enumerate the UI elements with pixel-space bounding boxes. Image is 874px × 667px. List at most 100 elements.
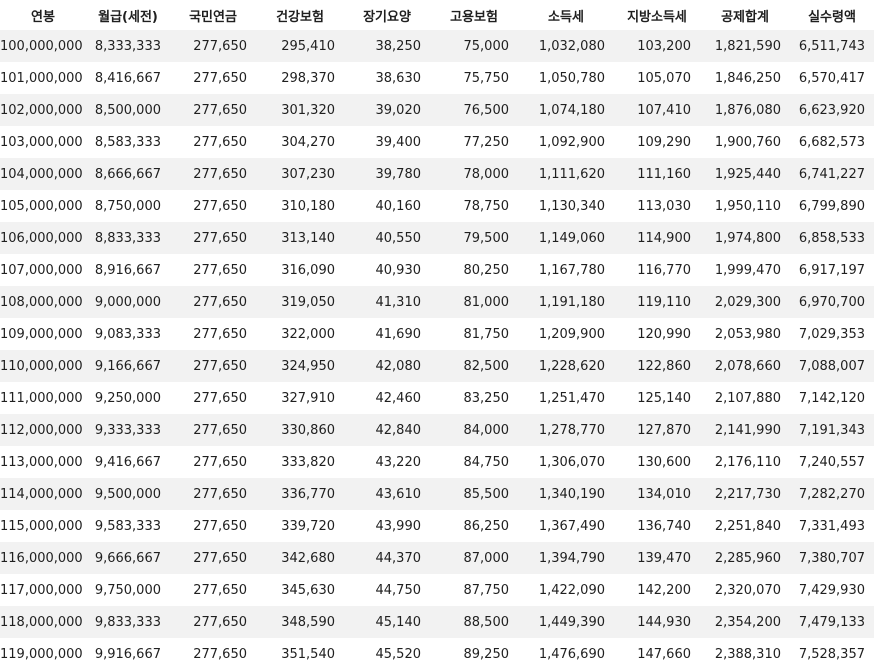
col-income-tax-cell: 1,476,690 [518,638,614,667]
col-total-deduction-cell: 1,821,590 [700,30,790,62]
col-annual-salary-cell: 110,000,000 [0,350,86,382]
col-national-pension-cell: 277,650 [170,606,256,638]
table-row: 113,000,000 9,416,667 277,650 333,820 43,220… [0,446,874,478]
col-total-deduction-cell: 1,876,080 [700,94,790,126]
col-monthly-gross-cell: 8,916,667 [86,254,170,286]
table-row: 104,000,000 8,666,667 277,650 307,230 39,780… [0,158,874,190]
col-net-pay-cell: 6,570,417 [790,62,874,94]
table-row: 102,000,000 8,500,000 277,650 301,320 39,020… [0,94,874,126]
col-local-income-tax-cell: 125,140 [614,382,700,414]
table-row: 106,000,000 8,833,333 277,650 313,140 40,550… [0,222,874,254]
col-net-pay-cell: 7,142,120 [790,382,874,414]
col-health-insurance-cell: 339,720 [256,510,344,542]
col-national-pension-cell: 277,650 [170,350,256,382]
col-monthly-gross-cell: 9,750,000 [86,574,170,606]
col-annual-salary-header: 연봉 [31,9,55,25]
col-national-pension-cell: 277,650 [170,222,256,254]
col-long-term-care-cell: 39,020 [344,94,430,126]
col-annual-salary-cell: 119,000,000 [0,638,86,667]
col-annual-salary-cell: 108,000,000 [0,286,86,318]
table-header: 연봉 월급(세전) 국민연금 건강보험 장기요양 고용보험 소득세 지방소득세 공제합계 실수령액 [0,0,874,30]
col-health-insurance-cell: 316,090 [256,254,344,286]
col-net-pay-cell: 6,623,920 [790,94,874,126]
col-annual-salary-cell: 117,000,000 [0,574,86,606]
col-annual-salary-cell: 118,000,000 [0,606,86,638]
col-monthly-gross-cell: 8,583,333 [86,126,170,158]
col-long-term-care-cell: 43,220 [344,446,430,478]
col-local-income-tax-cell: 119,110 [614,286,700,318]
table-row: 115,000,000 9,583,333 277,650 339,720 43,990… [0,510,874,542]
col-long-term-care-cell: 45,140 [344,606,430,638]
table-row: 107,000,000 8,916,667 277,650 316,090 40,930… [0,254,874,286]
col-national-pension-cell: 277,650 [170,190,256,222]
col-health-insurance-cell: 301,320 [256,94,344,126]
col-income-tax-cell: 1,032,080 [518,30,614,62]
col-employment-insurance-cell: 85,500 [430,478,518,510]
col-monthly-gross-cell: 8,833,333 [86,222,170,254]
col-long-term-care-cell: 40,550 [344,222,430,254]
col-income-tax-cell: 1,191,180 [518,286,614,318]
col-local-income-tax-cell: 116,770 [614,254,700,286]
col-monthly-gross-cell: 9,166,667 [86,350,170,382]
col-long-term-care-cell: 42,080 [344,350,430,382]
col-health-insurance-cell: 307,230 [256,158,344,190]
col-total-deduction-cell: 2,107,880 [700,382,790,414]
col-long-term-care-cell: 42,460 [344,382,430,414]
col-monthly-gross-cell: 9,583,333 [86,510,170,542]
col-total-deduction-cell: 2,053,980 [700,318,790,350]
col-long-term-care-cell: 40,930 [344,254,430,286]
col-national-pension-cell: 277,650 [170,30,256,62]
col-annual-salary-cell: 113,000,000 [0,446,86,478]
col-income-tax-cell: 1,149,060 [518,222,614,254]
col-monthly-gross-cell: 8,416,667 [86,62,170,94]
col-local-income-tax-cell: 122,860 [614,350,700,382]
col-income-tax-cell: 1,074,180 [518,94,614,126]
col-long-term-care-cell: 40,160 [344,190,430,222]
col-total-deduction-cell: 1,974,800 [700,222,790,254]
col-annual-salary-cell: 111,000,000 [0,382,86,414]
col-total-deduction-cell: 2,141,990 [700,414,790,446]
col-national-pension-cell: 277,650 [170,382,256,414]
table-body: 100,000,000 8,333,333 277,650 295,410 38,250… [0,30,874,667]
col-annual-salary-cell: 112,000,000 [0,414,86,446]
col-local-income-tax-cell: 111,160 [614,158,700,190]
col-annual-salary-cell: 109,000,000 [0,318,86,350]
col-income-tax-cell: 1,167,780 [518,254,614,286]
col-total-deduction-cell: 2,320,070 [700,574,790,606]
col-employment-insurance-cell: 84,750 [430,446,518,478]
col-total-deduction-cell: 2,176,110 [700,446,790,478]
col-local-income-tax-cell: 139,470 [614,542,700,574]
col-national-pension-cell: 277,650 [170,446,256,478]
col-monthly-gross-cell: 8,500,000 [86,94,170,126]
col-long-term-care-header: 장기요양 [363,9,411,25]
col-health-insurance-cell: 304,270 [256,126,344,158]
col-monthly-gross-cell: 8,750,000 [86,190,170,222]
col-health-insurance-cell: 322,000 [256,318,344,350]
col-health-insurance-header: 건강보험 [276,9,324,25]
col-local-income-tax-cell: 147,660 [614,638,700,667]
col-monthly-gross-cell: 9,250,000 [86,382,170,414]
col-long-term-care-cell: 38,250 [344,30,430,62]
col-employment-insurance-cell: 78,750 [430,190,518,222]
col-national-pension-cell: 277,650 [170,254,256,286]
table-row: 114,000,000 9,500,000 277,650 336,770 43,610… [0,478,874,510]
col-total-deduction-cell: 2,285,960 [700,542,790,574]
table-row: 101,000,000 8,416,667 277,650 298,370 38,630… [0,62,874,94]
col-long-term-care-cell: 42,840 [344,414,430,446]
col-local-income-tax-cell: 113,030 [614,190,700,222]
col-employment-insurance-cell: 77,250 [430,126,518,158]
col-income-tax-cell: 1,251,470 [518,382,614,414]
col-income-tax-cell: 1,050,780 [518,62,614,94]
col-employment-insurance-cell: 81,000 [430,286,518,318]
col-monthly-gross-header: 월급(세전) [98,9,158,25]
col-long-term-care-cell: 45,520 [344,638,430,667]
col-employment-insurance-cell: 75,000 [430,30,518,62]
col-income-tax-cell: 1,422,090 [518,574,614,606]
col-long-term-care-cell: 44,750 [344,574,430,606]
col-national-pension-cell: 277,650 [170,94,256,126]
col-employment-insurance-cell: 82,500 [430,350,518,382]
col-employment-insurance-cell: 79,500 [430,222,518,254]
col-local-income-tax-cell: 114,900 [614,222,700,254]
col-employment-insurance-cell: 88,500 [430,606,518,638]
col-monthly-gross-cell: 8,333,333 [86,30,170,62]
